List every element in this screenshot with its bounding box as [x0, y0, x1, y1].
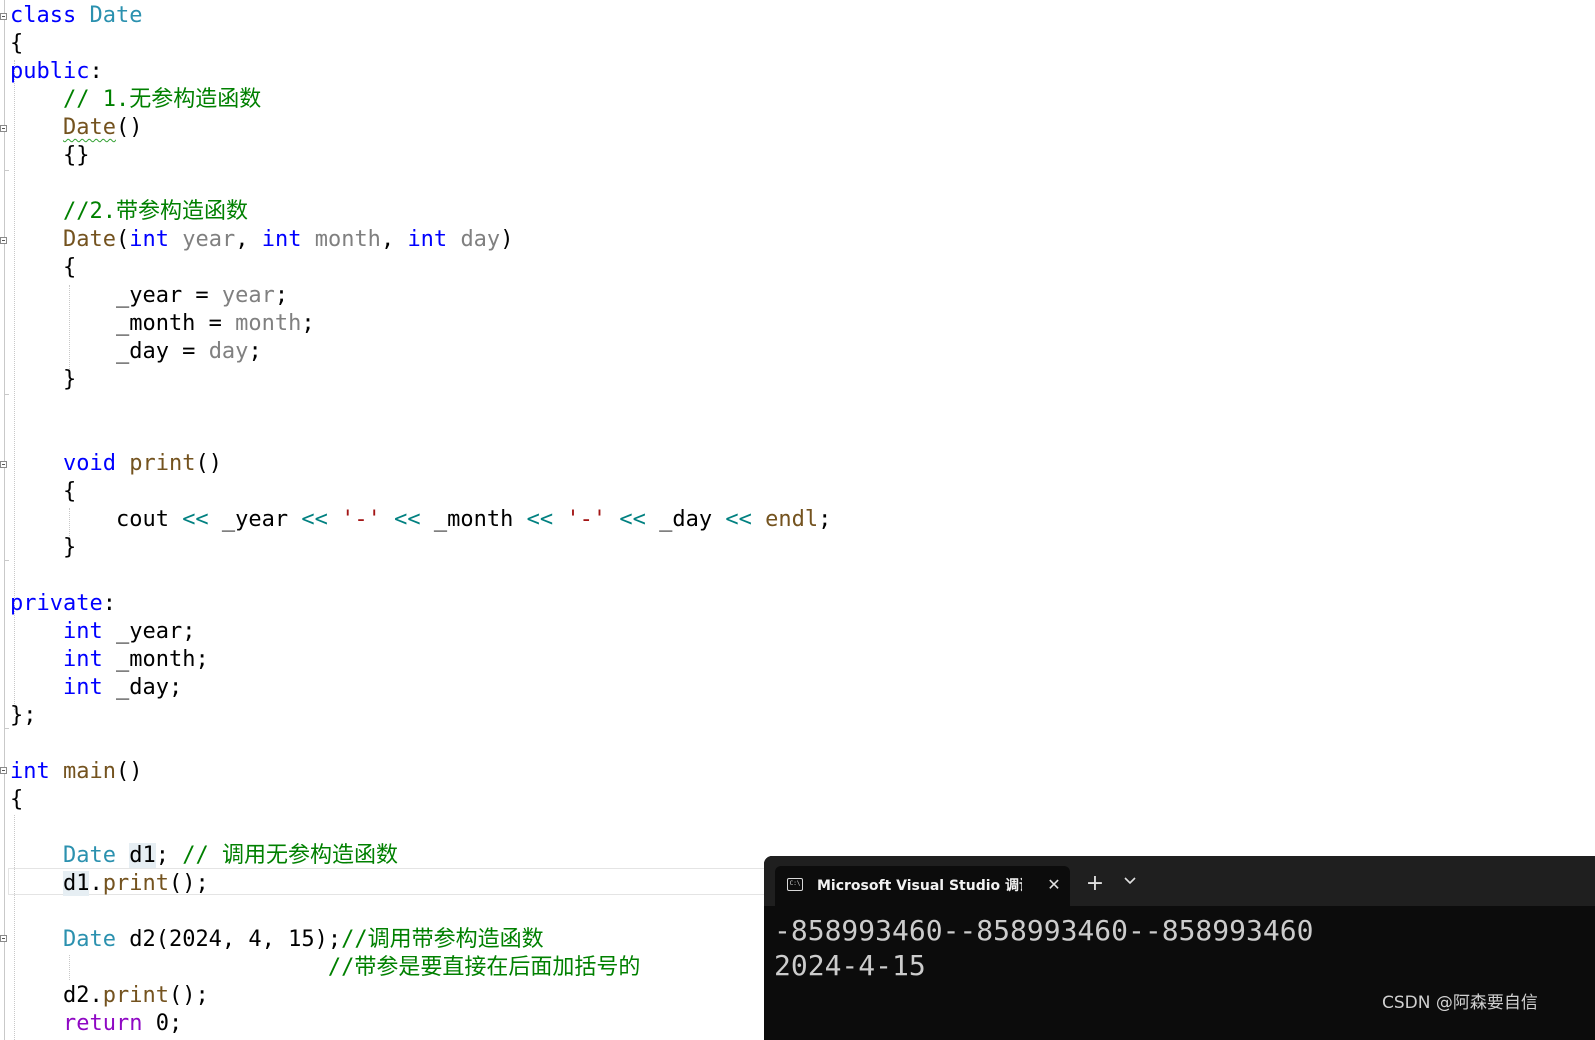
fold-end-marker: [4, 560, 9, 561]
code-comment: //2.带参构造函数: [10, 198, 248, 226]
plus-icon[interactable]: +: [1085, 872, 1105, 896]
close-icon[interactable]: ✕: [1045, 874, 1063, 896]
code-line: };: [10, 703, 37, 728]
chevron-down-icon[interactable]: [1120, 874, 1140, 894]
code-line: private:: [10, 591, 116, 616]
code-line: {}: [10, 143, 90, 168]
code-line: cout << _year << '-' << _month << '-' <<…: [10, 507, 832, 532]
code-line: Date d2(2024, 4, 15);//调用带参构造函数: [62, 927, 544, 952]
fold-toggle-icon[interactable]: [0, 935, 7, 942]
fold-toggle-icon[interactable]: [0, 125, 7, 132]
code-line: int _year;: [62, 619, 196, 644]
terminal-output-line: 2024-4-15: [774, 949, 926, 982]
code-line: {: [10, 31, 24, 56]
code-comment: //带参是要直接在后面加括号的: [10, 954, 641, 982]
comment-param-ctor: //2.带参构造函数: [62, 199, 248, 224]
tab-title: Microsoft Visual Studio 调试控制台: [817, 878, 1022, 894]
code-line: {: [10, 787, 24, 812]
terminal-output-line: -858993460--858993460--858993460: [774, 914, 1314, 947]
terminal-tab[interactable]: C:\ Microsoft Visual Studio 调试控制台 ✕: [775, 866, 1070, 906]
code-line: int _month;: [62, 647, 209, 672]
code-line: }: [10, 367, 77, 392]
fold-end-marker: [4, 728, 9, 729]
code-comment: // 1.无参构造函数: [10, 86, 261, 114]
code-line: Date(int year, int month, int day): [62, 227, 514, 252]
code-line: _year = year;: [10, 283, 289, 308]
fold-toggle-icon[interactable]: [0, 767, 7, 774]
code-line: class Date: [10, 3, 143, 28]
comment-d2-note: //带参是要直接在后面加括号的: [327, 955, 641, 980]
code-line: int _day;: [62, 675, 183, 700]
code-line: {: [10, 479, 77, 504]
terminal-tab-bar: C:\ Microsoft Visual Studio 调试控制台 ✕ +: [764, 856, 1595, 906]
code-line: void print(): [62, 451, 222, 476]
code-line: return 0;: [62, 1011, 183, 1036]
fold-toggle-icon[interactable]: [0, 13, 7, 20]
code-line: d2.print();: [10, 983, 209, 1008]
code-line: _month = month;: [10, 311, 315, 336]
code-line: _day = day;: [10, 339, 262, 364]
code-line: }: [10, 535, 77, 560]
watermark-text: CSDN @阿森要自信: [1382, 993, 1538, 1013]
fold-end-marker: [4, 394, 9, 395]
code-line: d1.print();: [62, 871, 209, 896]
comment-d1: // 调用无参构造函数: [182, 843, 398, 868]
fold-end-marker: [4, 170, 9, 171]
fold-toggle-icon[interactable]: [0, 461, 7, 468]
comment-d2: //调用带参构造函数: [341, 927, 544, 952]
code-line: Date(): [62, 115, 143, 140]
code-line: {: [10, 255, 77, 280]
code-line: public:: [10, 59, 103, 84]
fold-toggle-icon[interactable]: [0, 237, 7, 244]
code-line: Date d1; // 调用无参构造函数: [62, 843, 398, 868]
comment-default-ctor: // 1.无参构造函数: [62, 87, 262, 112]
gutter-line: [4, 0, 5, 1040]
console-icon: C:\: [787, 878, 803, 891]
code-line: int main(): [10, 759, 143, 784]
